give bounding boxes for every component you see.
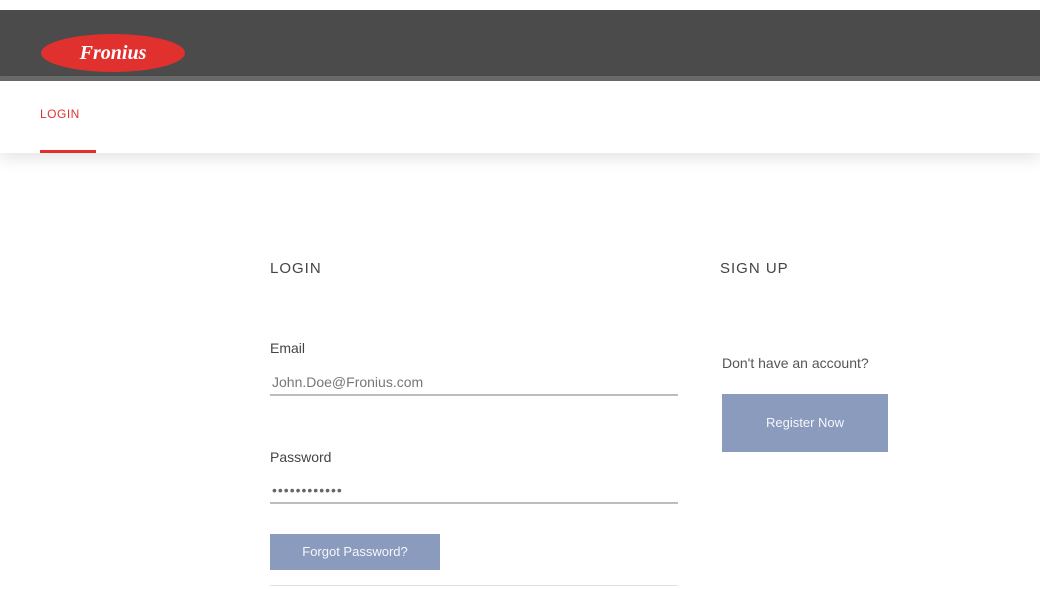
password-label: Password (270, 449, 332, 465)
form-divider (270, 585, 678, 586)
active-tab-indicator (40, 150, 96, 153)
top-strip (0, 0, 1040, 10)
nav-bar: LOGIN (0, 81, 1040, 153)
email-label: Email (270, 340, 306, 356)
signup-prompt: Don't have an account? (722, 355, 869, 371)
email-field[interactable] (270, 370, 678, 396)
signup-heading: SIGN UP (720, 260, 789, 277)
fronius-logo[interactable]: Fronius (40, 33, 186, 73)
logo-graphic: Fronius (41, 34, 185, 72)
register-now-button[interactable]: Register Now (722, 394, 888, 452)
app-header: Fronius (0, 10, 1040, 76)
logo-text: Fronius (79, 42, 147, 64)
login-heading: LOGIN (270, 260, 322, 277)
tab-login[interactable]: LOGIN (40, 107, 80, 121)
forgot-password-button[interactable]: Forgot Password? (270, 534, 440, 570)
password-field[interactable] (270, 478, 678, 504)
